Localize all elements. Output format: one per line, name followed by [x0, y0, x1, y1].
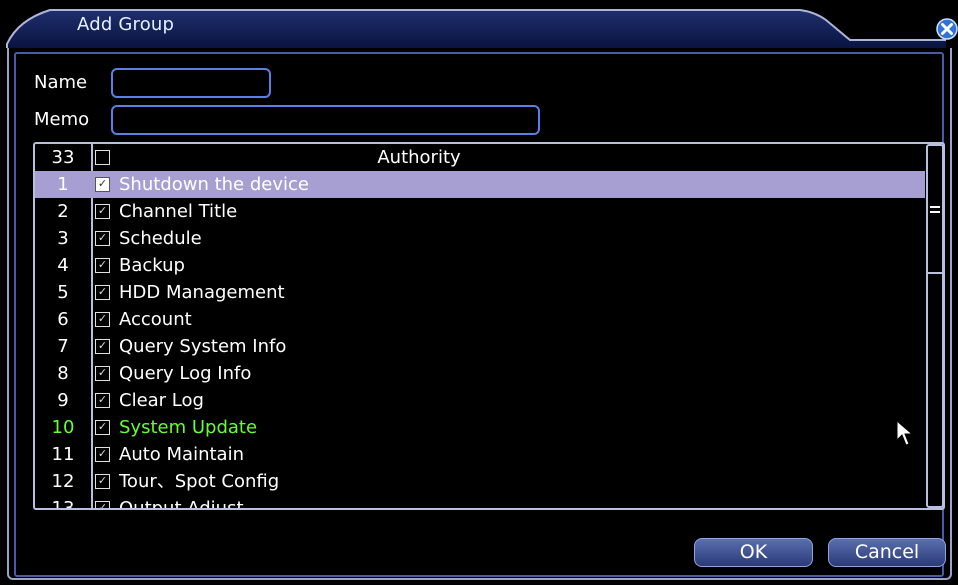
table-row[interactable]: 1 ✓ Shutdown the device: [35, 171, 925, 198]
title-bar: Add Group: [0, 0, 958, 48]
authority-checkbox[interactable]: ✓: [95, 447, 110, 462]
authority-checkbox[interactable]: ✓: [95, 420, 110, 435]
row-number: 10: [51, 417, 75, 438]
scroll-thumb[interactable]: [928, 146, 942, 274]
table-row[interactable]: 8 ✓ Query Log Info: [35, 360, 925, 387]
row-number: 13: [51, 498, 75, 510]
table-row[interactable]: 12 ✓ Tour、Spot Config: [35, 468, 925, 495]
row-number: 12: [51, 471, 75, 492]
table-row[interactable]: 3 ✓ Schedule: [35, 225, 925, 252]
authority-checkbox[interactable]: ✓: [95, 366, 110, 381]
authority-header: Authority: [377, 147, 461, 168]
authority-table: 33 Authority 1 ✓ Shutdown the device 2 ✓ Chan…: [33, 142, 945, 510]
select-all-checkbox[interactable]: [95, 150, 110, 165]
table-scrollbar[interactable]: [926, 144, 944, 508]
memo-input[interactable]: [111, 105, 540, 135]
mouse-cursor-icon: [896, 420, 914, 446]
authority-label: Query Log Info: [119, 363, 252, 384]
authority-checkbox[interactable]: ✓: [95, 177, 110, 192]
table-row[interactable]: 9 ✓ Clear Log: [35, 387, 925, 414]
table-row[interactable]: 13 ✓ Output Adjust: [35, 495, 925, 510]
table-header: 33 Authority: [35, 144, 925, 171]
row-count: 33: [51, 147, 75, 168]
ok-button[interactable]: OK: [694, 538, 813, 567]
authority-label: Backup: [119, 255, 185, 276]
authority-label: Account: [119, 309, 192, 330]
authority-checkbox[interactable]: ✓: [95, 258, 110, 273]
add-group-dialog: Add Group Name Memo 33 Authority 1 ✓ Shutd…: [0, 0, 958, 585]
table-row[interactable]: 10 ✓ System Update: [35, 414, 925, 441]
authority-checkbox[interactable]: ✓: [95, 393, 110, 408]
authority-label: Tour、Spot Config: [119, 471, 280, 492]
name-label: Name: [34, 72, 88, 93]
authority-label: HDD Management: [119, 282, 285, 303]
authority-label: Query System Info: [119, 336, 287, 357]
authority-checkbox[interactable]: ✓: [95, 339, 110, 354]
authority-checkbox[interactable]: ✓: [95, 501, 110, 508]
authority-label: Shutdown the device: [119, 174, 309, 195]
authority-label: Auto Maintain: [119, 444, 244, 465]
row-number: 4: [57, 255, 69, 276]
table-row[interactable]: 6 ✓ Account: [35, 306, 925, 333]
scroll-grip: [930, 206, 940, 208]
table-row[interactable]: 7 ✓ Query System Info: [35, 333, 925, 360]
row-number: 1: [57, 174, 69, 195]
table-row[interactable]: 5 ✓ HDD Management: [35, 279, 925, 306]
row-number: 7: [57, 336, 69, 357]
authority-checkbox[interactable]: ✓: [95, 474, 110, 489]
table-row[interactable]: 2 ✓ Channel Title: [35, 198, 925, 225]
row-number: 11: [51, 444, 75, 465]
authority-label: Channel Title: [119, 201, 238, 222]
authority-label: Schedule: [119, 228, 202, 249]
authority-checkbox[interactable]: ✓: [95, 285, 110, 300]
row-number: 8: [57, 363, 69, 384]
memo-label: Memo: [34, 109, 90, 130]
authority-label: Clear Log: [119, 390, 204, 411]
authority-checkbox[interactable]: ✓: [95, 231, 110, 246]
table-row[interactable]: 11 ✓ Auto Maintain: [35, 441, 925, 468]
row-number: 3: [57, 228, 69, 249]
authority-checkbox[interactable]: ✓: [95, 204, 110, 219]
row-number: 9: [57, 390, 69, 411]
name-input[interactable]: [111, 68, 271, 98]
row-number: 5: [57, 282, 69, 303]
authority-label: Output Adjust: [119, 498, 244, 510]
authority-label: System Update: [119, 417, 258, 438]
dialog-title: Add Group: [77, 14, 175, 35]
row-number: 2: [57, 201, 69, 222]
cancel-button[interactable]: Cancel: [828, 538, 946, 567]
scroll-grip: [930, 211, 940, 213]
authority-checkbox[interactable]: ✓: [95, 312, 110, 327]
close-icon[interactable]: [936, 18, 958, 40]
table-row[interactable]: 4 ✓ Backup: [35, 252, 925, 279]
row-number: 6: [57, 309, 69, 330]
